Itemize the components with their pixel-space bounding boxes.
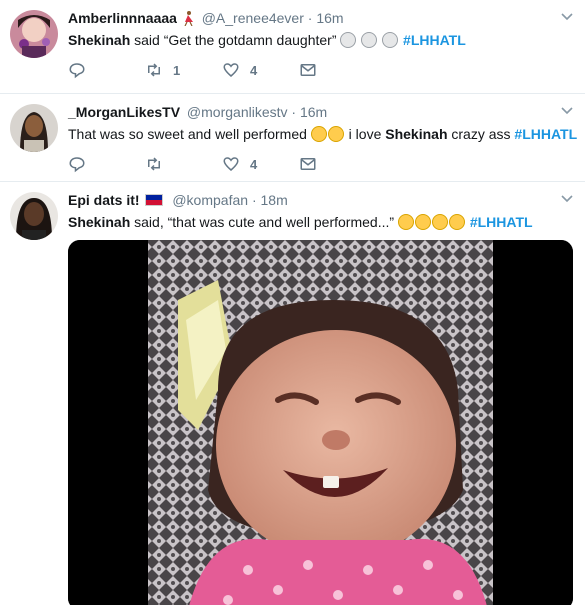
like-button[interactable]: 4	[222, 155, 299, 173]
retweet-icon	[148, 63, 160, 77]
display-name[interactable]: Amberlinnnaaaa	[68, 10, 177, 26]
handle[interactable]: @morganlikestv	[187, 104, 288, 120]
tweet-actions: 4	[68, 144, 573, 184]
display-name[interactable]: _MorganLikesTV	[68, 104, 180, 120]
envelope-icon	[300, 64, 316, 76]
rofl-emoji	[397, 214, 414, 230]
rofl-emoji	[431, 214, 448, 230]
separator-dot: ·	[251, 192, 257, 208]
tweet-text: Shekinah said “Get the gotdamn daughter”…	[68, 32, 466, 48]
hashtag-link[interactable]: #LHHATL	[470, 214, 533, 230]
heart-icon	[223, 63, 239, 77]
display-name[interactable]: Epi dats it!	[68, 192, 140, 208]
baby-gif-frame	[68, 240, 573, 605]
tweet-header: Amberlinnnaaaa @A_renee4ever · 16m	[68, 8, 573, 28]
dancer-emoji	[181, 10, 195, 27]
tweet-header: Epi dats it! @kompafan · 18m	[68, 190, 573, 210]
hashtag-link[interactable]: #LHHATL	[514, 126, 577, 142]
tweet-actions: 1 4	[68, 50, 573, 90]
skull-emoji	[340, 32, 357, 48]
like-button[interactable]: 4	[222, 61, 299, 79]
avatar[interactable]	[10, 192, 58, 240]
retweet-button[interactable]	[145, 155, 222, 173]
chevron-down-icon[interactable]	[561, 192, 573, 206]
tweet-header: _MorganLikesTV @morganlikestv · 16m	[68, 102, 573, 122]
rofl-emoji	[448, 214, 465, 230]
mention-text: Shekinah	[385, 126, 448, 142]
haiti-flag-emoji	[145, 194, 164, 206]
retweet-icon	[148, 157, 160, 171]
handle[interactable]: @kompafan	[172, 192, 248, 208]
retweet-button[interactable]: 1	[145, 61, 222, 79]
reply-icon	[69, 157, 85, 173]
mention-text: Shekinah	[68, 214, 131, 230]
retweet-count: 1	[173, 62, 181, 78]
separator-dot: ·	[291, 104, 297, 120]
skull-emoji	[382, 32, 399, 48]
reply-button[interactable]	[68, 61, 145, 79]
mention-text: Shekinah	[68, 32, 131, 48]
tweet-3[interactable]: Epi dats it! @kompafan · 18m Shekinah sa…	[0, 182, 585, 605]
tweet-1[interactable]: Amberlinnnaaaa @A_renee4ever · 16m Sheki…	[0, 0, 585, 94]
tears-of-joy-emoji	[310, 126, 327, 142]
avatar[interactable]	[10, 10, 58, 58]
envelope-icon	[300, 158, 316, 170]
chevron-down-icon[interactable]	[561, 10, 573, 24]
direct-message-button[interactable]	[299, 155, 376, 173]
skull-emoji	[361, 32, 378, 48]
chevron-down-icon[interactable]	[561, 104, 573, 118]
handle[interactable]: @A_renee4ever	[202, 10, 304, 26]
timestamp[interactable]: 18m	[261, 192, 288, 208]
tears-of-joy-emoji	[327, 126, 344, 142]
heart-icon	[223, 157, 239, 171]
reply-button[interactable]	[68, 155, 145, 173]
reply-icon	[69, 63, 85, 79]
gif-media[interactable]	[68, 240, 573, 605]
like-count: 4	[250, 156, 258, 172]
hashtag-link[interactable]: #LHHATL	[403, 32, 466, 48]
separator-dot: ·	[307, 10, 313, 26]
timestamp[interactable]: 16m	[316, 10, 343, 26]
timestamp[interactable]: 16m	[300, 104, 327, 120]
tweet-2[interactable]: _MorganLikesTV @morganlikestv · 16m That…	[0, 94, 585, 182]
avatar[interactable]	[10, 104, 58, 152]
rofl-emoji	[414, 214, 431, 230]
tweet-text: That was so sweet and well performed i l…	[68, 126, 578, 142]
like-count: 4	[250, 62, 258, 78]
direct-message-button[interactable]	[299, 61, 376, 79]
tweet-text: Shekinah said, “that was cute and well p…	[68, 214, 533, 230]
